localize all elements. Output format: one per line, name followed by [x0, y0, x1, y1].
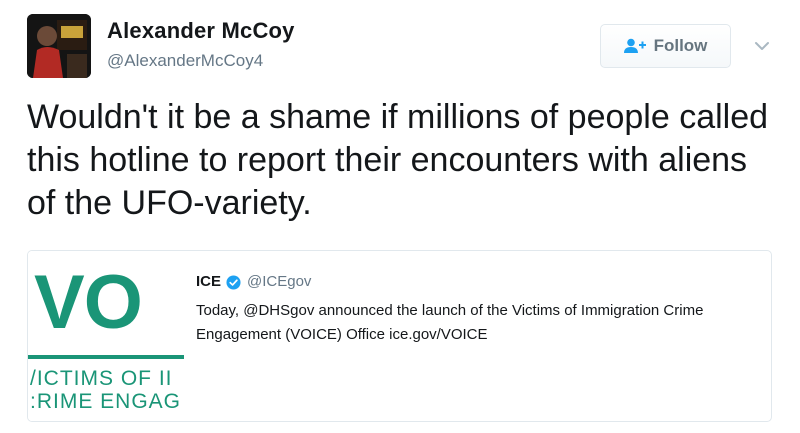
chevron-down-icon[interactable]	[752, 36, 772, 56]
add-user-icon	[623, 38, 646, 53]
author-handle[interactable]: @AlexanderMcCoy4	[107, 51, 263, 71]
quoted-author-name[interactable]: ICE	[196, 273, 221, 290]
follow-button[interactable]: Follow	[600, 24, 731, 68]
follow-button-label: Follow	[653, 36, 708, 55]
quoted-tweet-text: Today, @DHSgov announced the launch of t…	[196, 302, 704, 343]
image-text-line-2: :RIME ENGAG	[30, 390, 182, 413]
tweet-text: Wouldn't it be a shame if millions of pe…	[27, 98, 769, 222]
author-name[interactable]: Alexander McCoy	[107, 18, 295, 44]
avatar-photo	[27, 14, 91, 78]
author-avatar[interactable]	[27, 14, 91, 78]
image-text-line-1: /ICTIMS OF II	[30, 367, 173, 390]
logo-divider	[28, 355, 184, 359]
voice-logo-text: VO	[34, 260, 143, 345]
verified-badge-icon	[226, 275, 241, 290]
quoted-author-handle[interactable]: @ICEgov	[247, 273, 311, 290]
quoted-tweet-image[interactable]: VO /ICTIMS OF II :RIME ENGAG	[28, 251, 184, 421]
quoted-tweet-card[interactable]: VO /ICTIMS OF II :RIME ENGAG ICE @ICEgov…	[27, 250, 772, 422]
